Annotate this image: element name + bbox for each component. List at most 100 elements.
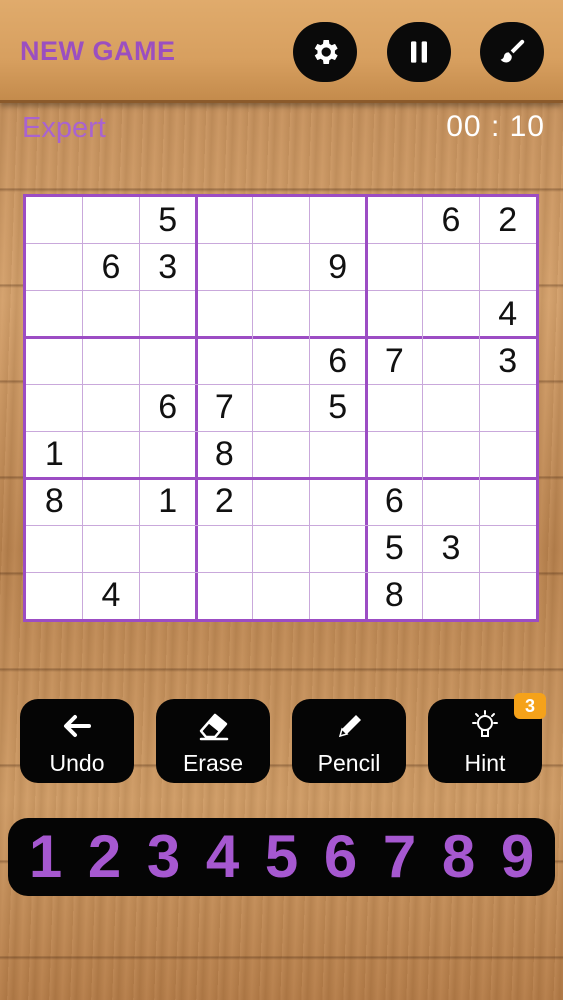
sudoku-cell[interactable]	[479, 478, 536, 525]
sudoku-cell[interactable]	[423, 478, 480, 525]
sudoku-cell[interactable]: 6	[309, 338, 366, 385]
sudoku-cell[interactable]	[253, 385, 310, 432]
sudoku-cell[interactable]	[423, 244, 480, 291]
sudoku-cell[interactable]	[366, 244, 423, 291]
sudoku-cell[interactable]	[253, 478, 310, 525]
sudoku-cell[interactable]	[366, 291, 423, 338]
undo-button[interactable]: Undo	[20, 699, 134, 783]
sudoku-cell[interactable]	[253, 197, 310, 244]
sudoku-cell[interactable]: 7	[196, 385, 253, 432]
sudoku-cell[interactable]	[366, 431, 423, 478]
sudoku-cell[interactable]	[26, 385, 83, 432]
sudoku-cell[interactable]: 9	[309, 244, 366, 291]
sudoku-cell[interactable]	[83, 385, 140, 432]
sudoku-cell[interactable]: 5	[366, 525, 423, 572]
sudoku-cell[interactable]	[309, 197, 366, 244]
number-key-2[interactable]: 2	[77, 827, 133, 887]
number-key-8[interactable]: 8	[431, 827, 487, 887]
sudoku-cell[interactable]: 3	[423, 525, 480, 572]
sudoku-cell[interactable]	[423, 338, 480, 385]
sudoku-cell[interactable]	[26, 338, 83, 385]
sudoku-cell[interactable]	[26, 291, 83, 338]
sudoku-cell[interactable]	[479, 385, 536, 432]
sudoku-cell[interactable]	[83, 291, 140, 338]
sudoku-cell[interactable]	[139, 572, 196, 619]
sudoku-cell[interactable]	[309, 572, 366, 619]
sudoku-cell[interactable]	[423, 385, 480, 432]
sudoku-cell[interactable]	[479, 572, 536, 619]
sudoku-cell[interactable]: 6	[139, 385, 196, 432]
sudoku-cell[interactable]	[139, 431, 196, 478]
sudoku-cell[interactable]: 8	[366, 572, 423, 619]
sudoku-cell[interactable]: 1	[139, 478, 196, 525]
grid-line-vertical	[364, 197, 368, 619]
sudoku-cell[interactable]: 3	[139, 244, 196, 291]
sudoku-cell[interactable]	[83, 478, 140, 525]
sudoku-cell[interactable]	[253, 338, 310, 385]
sudoku-cell[interactable]	[26, 244, 83, 291]
sudoku-cell[interactable]: 6	[366, 478, 423, 525]
sudoku-cell[interactable]	[26, 525, 83, 572]
sudoku-cell[interactable]	[423, 572, 480, 619]
sudoku-cell[interactable]	[83, 525, 140, 572]
sudoku-cell[interactable]: 5	[139, 197, 196, 244]
number-key-6[interactable]: 6	[313, 827, 369, 887]
sudoku-cell[interactable]	[196, 572, 253, 619]
sudoku-cell[interactable]	[196, 197, 253, 244]
sudoku-cell[interactable]: 5	[309, 385, 366, 432]
sudoku-cell[interactable]: 8	[26, 478, 83, 525]
erase-label: Erase	[182, 750, 244, 776]
sudoku-cell[interactable]	[253, 572, 310, 619]
sudoku-cell[interactable]	[423, 291, 480, 338]
sudoku-cell[interactable]	[196, 525, 253, 572]
sudoku-cell[interactable]	[196, 244, 253, 291]
sudoku-cell[interactable]: 8	[196, 431, 253, 478]
sudoku-cell[interactable]: 4	[479, 291, 536, 338]
sudoku-cell[interactable]: 2	[196, 478, 253, 525]
number-key-4[interactable]: 4	[195, 827, 251, 887]
sudoku-cell[interactable]	[139, 291, 196, 338]
sudoku-cell[interactable]: 3	[479, 338, 536, 385]
sudoku-cell[interactable]: 1	[26, 431, 83, 478]
sudoku-cell[interactable]	[309, 478, 366, 525]
sudoku-cell[interactable]	[83, 197, 140, 244]
sudoku-cell[interactable]	[253, 525, 310, 572]
sudoku-cell[interactable]	[26, 572, 83, 619]
sudoku-cell[interactable]	[139, 338, 196, 385]
sudoku-cell[interactable]	[196, 338, 253, 385]
pencil-button[interactable]: Pencil	[292, 699, 406, 783]
sudoku-cell[interactable]	[83, 338, 140, 385]
sudoku-cell[interactable]: 6	[423, 197, 480, 244]
sudoku-cell[interactable]: 7	[366, 338, 423, 385]
sudoku-cell[interactable]	[253, 244, 310, 291]
erase-button[interactable]: Erase	[156, 699, 270, 783]
sudoku-cell[interactable]	[479, 525, 536, 572]
sudoku-cell[interactable]	[26, 197, 83, 244]
sudoku-cell[interactable]	[366, 197, 423, 244]
settings-button[interactable]	[293, 22, 357, 82]
sudoku-cell[interactable]: 6	[83, 244, 140, 291]
sudoku-cell[interactable]	[479, 431, 536, 478]
new-game-button[interactable]: NEW GAME	[20, 36, 176, 67]
sudoku-cell[interactable]	[366, 385, 423, 432]
sudoku-cell[interactable]	[423, 431, 480, 478]
sudoku-cell[interactable]	[83, 431, 140, 478]
sudoku-cell[interactable]	[253, 291, 310, 338]
sudoku-cell[interactable]	[309, 291, 366, 338]
sudoku-cell[interactable]: 4	[83, 572, 140, 619]
number-key-1[interactable]: 1	[18, 827, 74, 887]
sudoku-cell[interactable]	[309, 525, 366, 572]
sudoku-cell[interactable]	[479, 244, 536, 291]
number-key-3[interactable]: 3	[136, 827, 192, 887]
theme-button[interactable]	[480, 22, 544, 82]
sudoku-cell[interactable]: 2	[479, 197, 536, 244]
sudoku-cell[interactable]	[139, 525, 196, 572]
pause-button[interactable]	[387, 22, 451, 82]
sudoku-cell[interactable]	[309, 431, 366, 478]
number-key-5[interactable]: 5	[254, 827, 310, 887]
sudoku-cell[interactable]	[196, 291, 253, 338]
number-key-9[interactable]: 9	[490, 827, 546, 887]
sudoku-cell[interactable]	[253, 431, 310, 478]
hint-button[interactable]: Hint 3	[428, 693, 546, 783]
number-key-7[interactable]: 7	[372, 827, 428, 887]
